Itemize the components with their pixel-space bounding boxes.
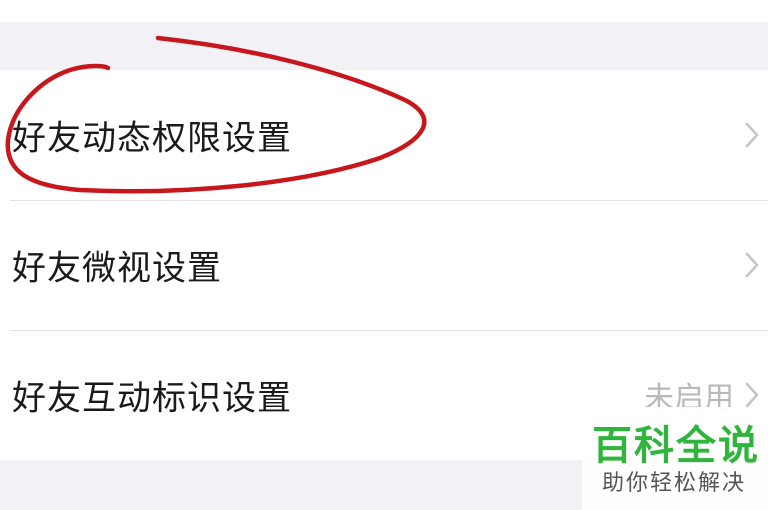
settings-row-friend-weishi[interactable]: 好友微视设置	[0, 200, 768, 330]
row-label: 好友互动标识设置	[12, 378, 292, 419]
row-label: 好友微视设置	[12, 248, 222, 289]
top-section-strip	[0, 0, 768, 22]
settings-row-friend-feed-permission[interactable]: 好友动态权限设置	[0, 70, 768, 200]
watermark-title: 百科全说	[592, 423, 760, 469]
chevron-right-icon	[745, 382, 759, 408]
watermark-subtitle: 助你轻松解决	[602, 471, 747, 496]
watermark: 百科全说 助你轻松解决	[582, 407, 768, 510]
chevron-right-icon	[745, 252, 759, 278]
section-gap	[0, 22, 768, 70]
chevron-right-icon	[745, 122, 759, 148]
row-label: 好友动态权限设置	[12, 118, 292, 159]
settings-list: 好友动态权限设置 好友微视设置 好友互动标识设置 未启用	[0, 70, 768, 460]
